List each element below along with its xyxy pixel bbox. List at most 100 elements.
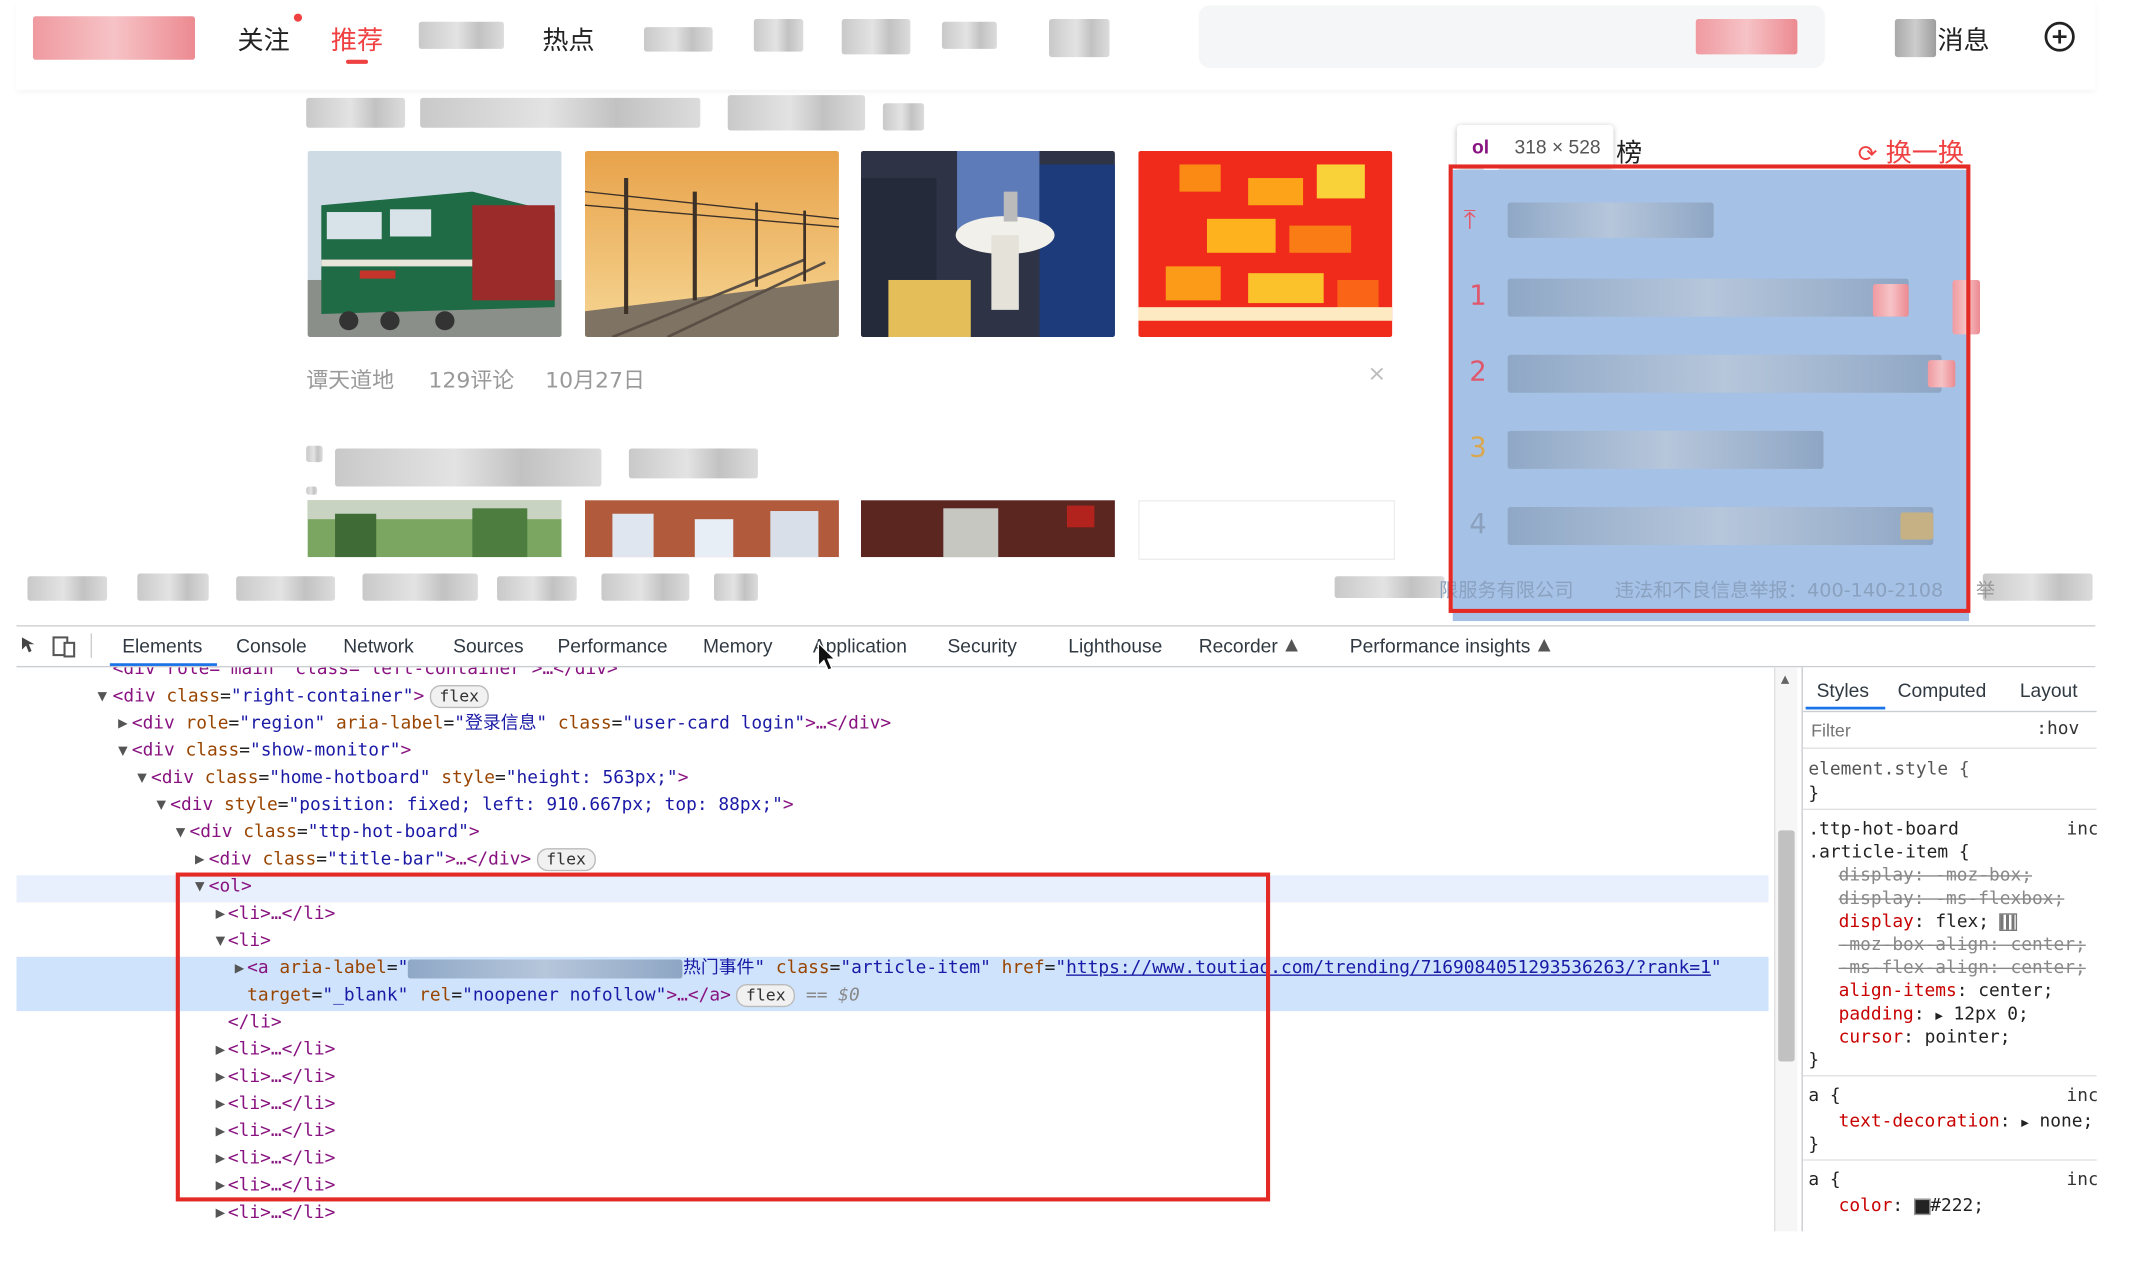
article-title[interactable]	[306, 445, 323, 463]
rule-selector[interactable]: .ttp-hot-board	[1808, 820, 1958, 840]
dom-node-ttp-hot-board[interactable]: <div class="ttp-hot-board">	[189, 820, 479, 847]
nav-item[interactable]	[1049, 19, 1110, 58]
tab-styles[interactable]: Styles	[1817, 680, 1869, 702]
expand-triangle[interactable]: ▶	[195, 854, 205, 868]
tab-sources[interactable]: Sources	[453, 635, 524, 657]
collapse-triangle[interactable]: ▼	[176, 826, 186, 840]
scroll-thumb[interactable]	[1778, 830, 1795, 1062]
tab-elements[interactable]: Elements	[122, 635, 202, 657]
footer-link[interactable]	[236, 576, 336, 601]
flex-badge[interactable]: flex	[429, 684, 489, 709]
inspect-element-icon[interactable]	[19, 635, 41, 657]
site-logo[interactable]	[32, 16, 195, 60]
css-decl-overridden[interactable]: display: -ms-flexbox;	[1839, 889, 2065, 909]
dom-node-show-monitor[interactable]: <div class="show-monitor">	[132, 738, 411, 765]
article-image-medics[interactable]	[584, 500, 839, 558]
tab-layout[interactable]: Layout	[2020, 680, 2078, 702]
styles-filter-input[interactable]	[1808, 716, 2020, 744]
flexbox-editor-icon[interactable]	[1999, 913, 2018, 931]
article-comments[interactable]: 129评论	[428, 362, 514, 395]
nav-messages[interactable]: 消息	[1937, 20, 1989, 57]
dom-node-fixed-div[interactable]: <div style="position: fixed; left: 910.6…	[170, 792, 793, 819]
collapse-triangle[interactable]: ▼	[157, 799, 167, 813]
article-title[interactable]	[882, 103, 925, 131]
rule-source-link[interactable]: inc	[2067, 1086, 2097, 1106]
css-decl-display[interactable]: display: flex;	[1839, 912, 2018, 932]
css-decl-color[interactable]: color: #222;	[1839, 1196, 1984, 1216]
footer-link[interactable]	[137, 573, 209, 601]
search-button[interactable]	[1695, 19, 1798, 55]
collapse-triangle[interactable]: ▼	[137, 772, 147, 786]
rule-selector[interactable]: a {	[1808, 1170, 1840, 1190]
tab-lighthouse[interactable]: Lighthouse	[1068, 635, 1162, 657]
dislike-close-icon[interactable]: ×	[1368, 360, 1386, 386]
tab-computed[interactable]: Computed	[1898, 680, 1987, 702]
css-decl-overridden[interactable]: -ms-flex-align: center;	[1839, 958, 2086, 978]
dom-node-left-container[interactable]: <div role="main" class="left-container">…	[113, 667, 618, 683]
css-decl-text-decoration[interactable]: text-decoration: ▶ none;	[1839, 1112, 2094, 1132]
nav-recommend[interactable]: 推荐	[331, 20, 383, 57]
article-title[interactable]	[306, 486, 318, 495]
article-source[interactable]: 谭天道地	[306, 362, 394, 395]
tab-security[interactable]: Security	[947, 635, 1016, 657]
dom-node-right-container[interactable]: <div class="right-container"> flex	[113, 684, 489, 711]
article-image-railway-sunset[interactable]	[584, 150, 839, 338]
rule-source-link[interactable]: inc	[2067, 1170, 2097, 1190]
tab-network[interactable]: Network	[343, 635, 414, 657]
css-decl-overridden[interactable]: display: -moz-box;	[1839, 866, 2032, 886]
article-image-mosaic[interactable]	[1138, 150, 1393, 338]
footer-link[interactable]	[714, 573, 758, 601]
tab-performance-insights[interactable]: Performance insights	[1350, 635, 1531, 657]
rule-selector[interactable]: a {	[1808, 1086, 1840, 1106]
dom-node-li[interactable]: <li>…</li>	[228, 1200, 335, 1227]
article-image-alley[interactable]	[860, 500, 1115, 558]
nav-hot[interactable]: 热点	[542, 20, 594, 57]
footer-link[interactable]	[601, 573, 690, 601]
dom-node-home-hotboard[interactable]: <div class="home-hotboard" style="height…	[151, 765, 688, 792]
article-title[interactable]	[628, 448, 758, 479]
css-decl-overridden[interactable]: -moz-box-align: center;	[1839, 935, 2086, 955]
nav-item[interactable]	[841, 19, 911, 55]
rule-source-link[interactable]: inc	[2067, 820, 2097, 840]
nav-follow[interactable]: 关注	[238, 20, 290, 57]
article-image-train-cabin[interactable]	[860, 150, 1115, 338]
article-title[interactable]	[727, 95, 866, 131]
element-style-rule[interactable]: element.style {	[1808, 760, 1969, 780]
expand-triangle[interactable]: ▶	[216, 1207, 226, 1221]
footer-link[interactable]	[1982, 573, 2093, 601]
css-decl-align-items[interactable]: align-items: center;	[1839, 981, 2054, 1001]
dom-node-title-bar[interactable]: <div class="title-bar">…</div> flex	[209, 847, 596, 874]
css-decl-cursor[interactable]: cursor: pointer;	[1839, 1027, 2011, 1047]
tab-performance[interactable]: Performance	[557, 635, 667, 657]
flex-badge[interactable]: flex	[536, 848, 596, 872]
color-swatch[interactable]	[1913, 1198, 1931, 1215]
footer-link[interactable]	[27, 576, 108, 601]
scroll-up-arrow[interactable]: ▲	[1781, 673, 1789, 685]
device-toolbar-icon[interactable]	[52, 633, 77, 658]
article-title[interactable]	[306, 97, 406, 128]
css-decl-padding[interactable]: padding: ▶ 12px 0;	[1839, 1004, 2029, 1024]
footer-link[interactable]	[497, 576, 577, 601]
nav-item[interactable]	[753, 19, 804, 52]
tab-console[interactable]: Console	[236, 635, 307, 657]
nav-item[interactable]	[643, 27, 713, 52]
tab-recorder[interactable]: Recorder	[1199, 635, 1278, 657]
dom-node-user-card[interactable]: <div role="region" aria-label="登录信息" cla…	[132, 711, 891, 738]
nav-item[interactable]	[941, 21, 997, 49]
rule-selector[interactable]: .article-item {	[1808, 843, 1969, 863]
add-icon[interactable]	[2043, 20, 2076, 53]
search-box[interactable]	[1198, 5, 1825, 68]
tab-memory[interactable]: Memory	[703, 635, 772, 657]
dom-scrollbar[interactable]: ▲	[1774, 667, 1798, 1232]
hover-state-toggle[interactable]: :hov	[2036, 719, 2079, 739]
expand-triangle[interactable]: ▶	[118, 718, 128, 732]
nav-item[interactable]	[418, 21, 504, 49]
collapse-triangle[interactable]: ▼	[118, 745, 128, 759]
article-title[interactable]	[420, 97, 701, 128]
article-image-train[interactable]	[307, 150, 562, 338]
footer-link[interactable]	[362, 573, 478, 601]
collapse-triangle[interactable]: ▼	[97, 690, 107, 704]
message-icon[interactable]	[1894, 19, 1937, 58]
article-title[interactable]	[335, 448, 602, 487]
footer-link[interactable]	[1334, 576, 1445, 599]
